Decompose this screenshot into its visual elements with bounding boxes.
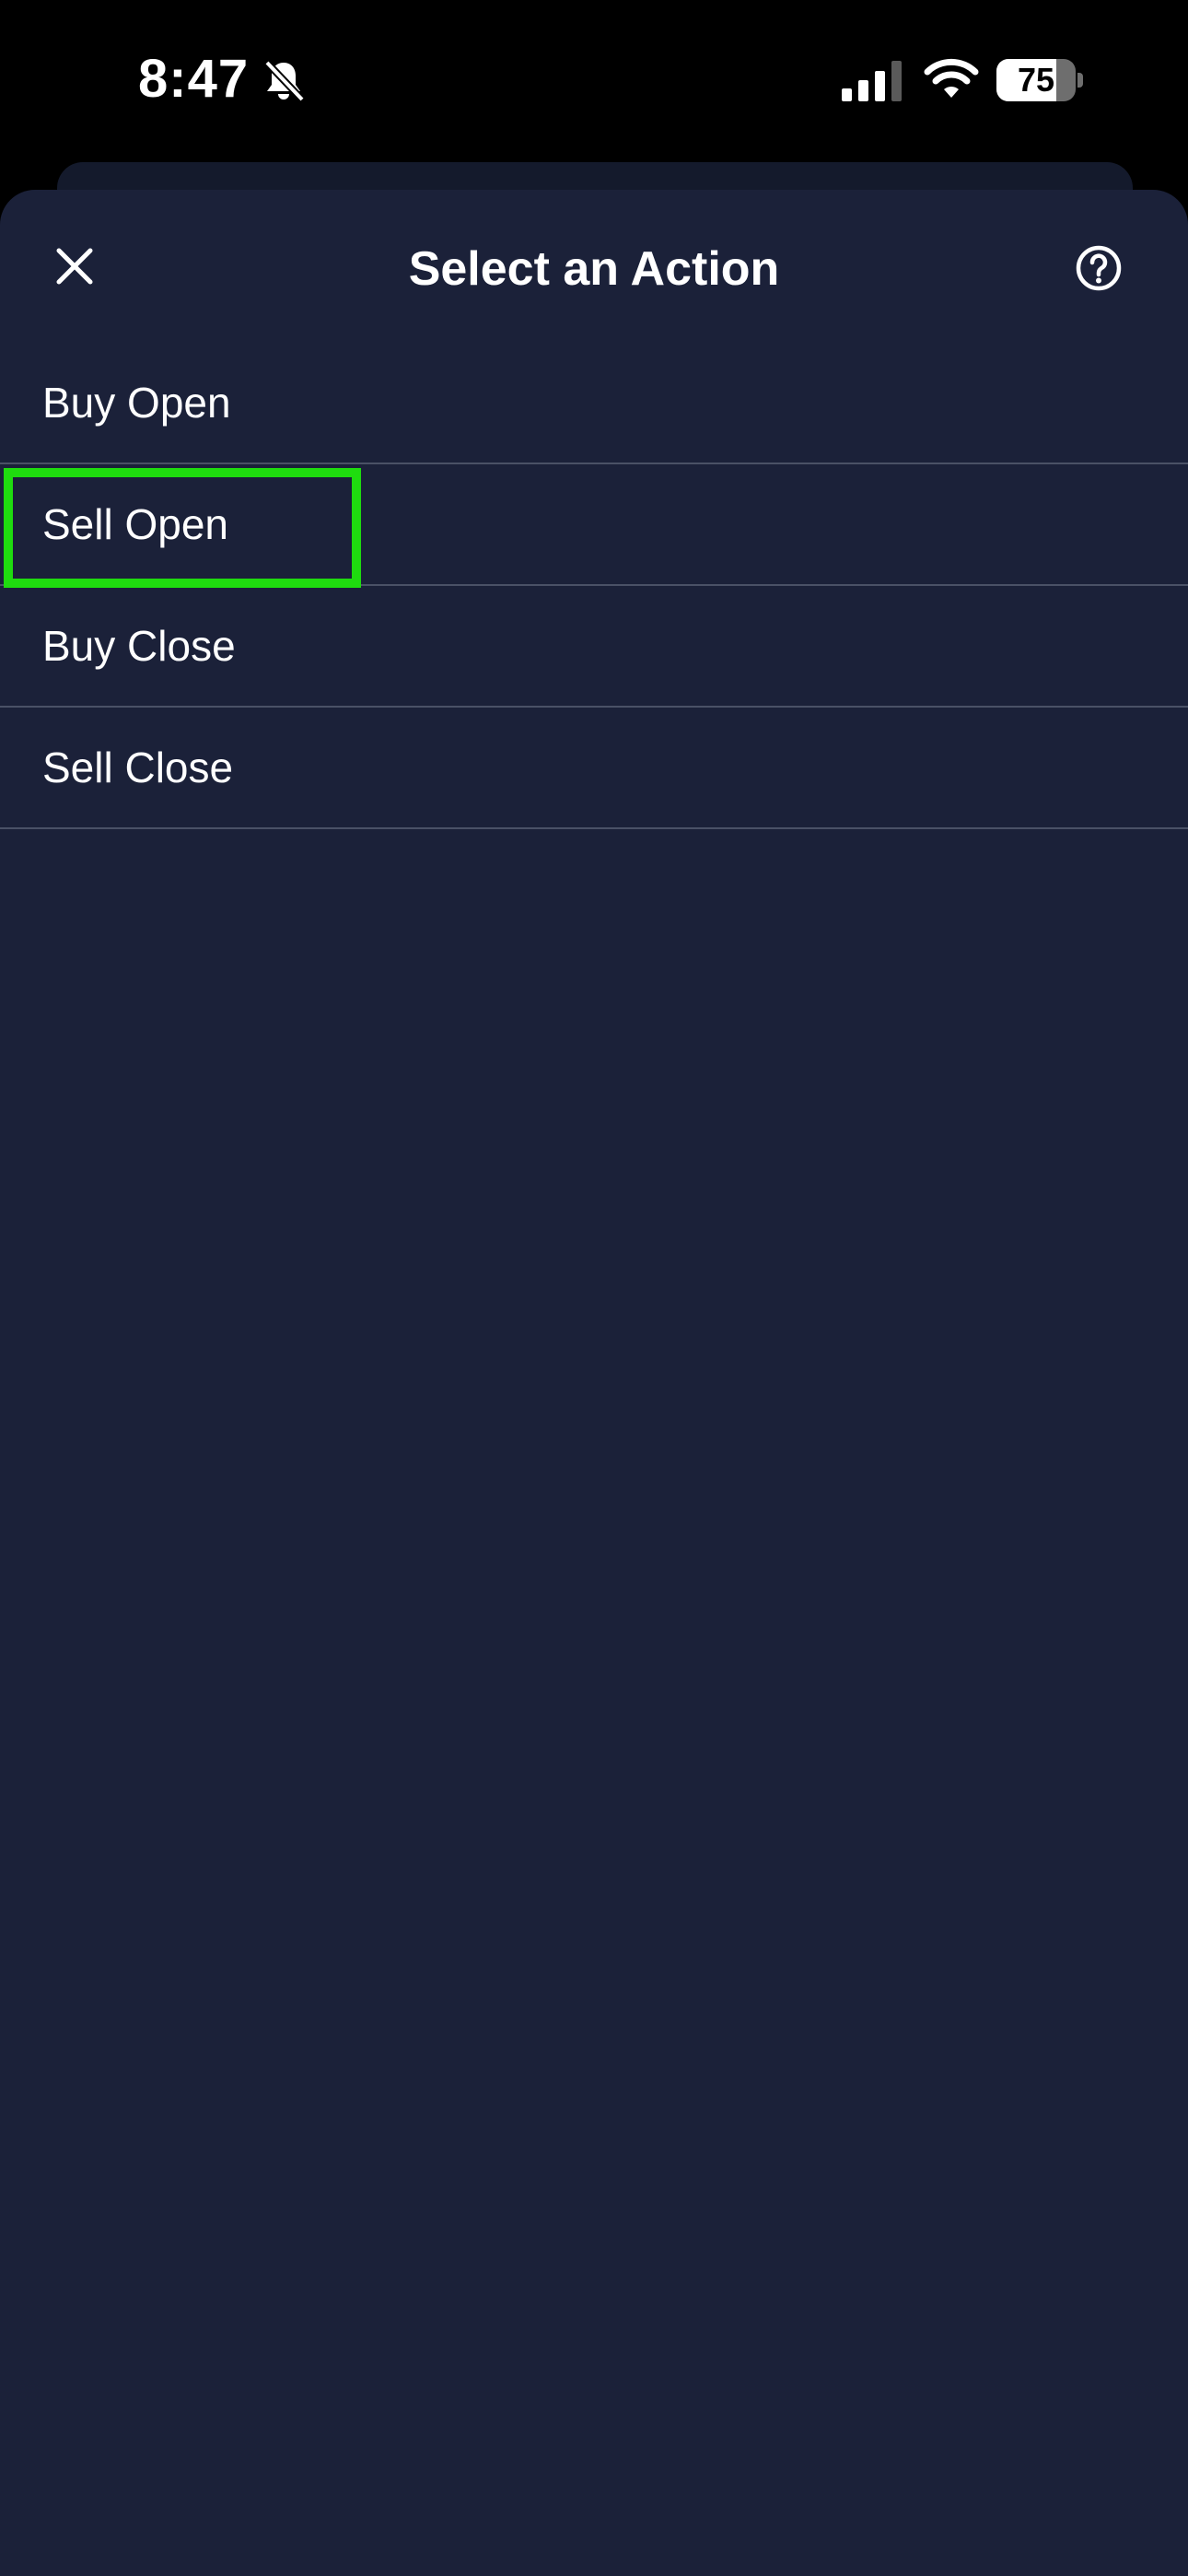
action-label: Sell Open: [42, 500, 229, 548]
action-label: Sell Close: [42, 744, 234, 791]
action-label: Buy Open: [42, 379, 231, 427]
action-sell-close[interactable]: Sell Close: [0, 708, 1188, 829]
action-list: Buy Open Sell Open Buy Close Sell Close: [0, 343, 1188, 829]
sheet-title: Select an Action: [408, 242, 780, 296]
action-sell-open[interactable]: Sell Open: [0, 464, 1188, 588]
cellular-signal-icon: [842, 61, 902, 101]
battery-percentage: 75: [1017, 61, 1055, 99]
help-button[interactable]: [1068, 238, 1129, 299]
action-label: Buy Close: [42, 622, 236, 670]
battery-body: 75: [996, 59, 1076, 101]
bell-slash-icon: [264, 60, 305, 102]
battery-icon: 75: [996, 59, 1083, 101]
screen: 8:47 75 Select an Action Buy Open Sell O…: [0, 0, 1188, 2576]
help-icon: [1076, 245, 1122, 291]
action-buy-close[interactable]: Buy Close: [0, 586, 1188, 708]
status-time: 8:47: [138, 49, 250, 109]
status-bar: 8:47 75: [0, 0, 1188, 166]
action-sheet: Select an Action Buy Open Sell Open Buy …: [0, 190, 1188, 2576]
battery-cap: [1077, 73, 1083, 88]
wifi-icon: [924, 58, 979, 98]
action-buy-open[interactable]: Buy Open: [0, 343, 1188, 464]
sheet-header: Select an Action: [0, 190, 1188, 346]
